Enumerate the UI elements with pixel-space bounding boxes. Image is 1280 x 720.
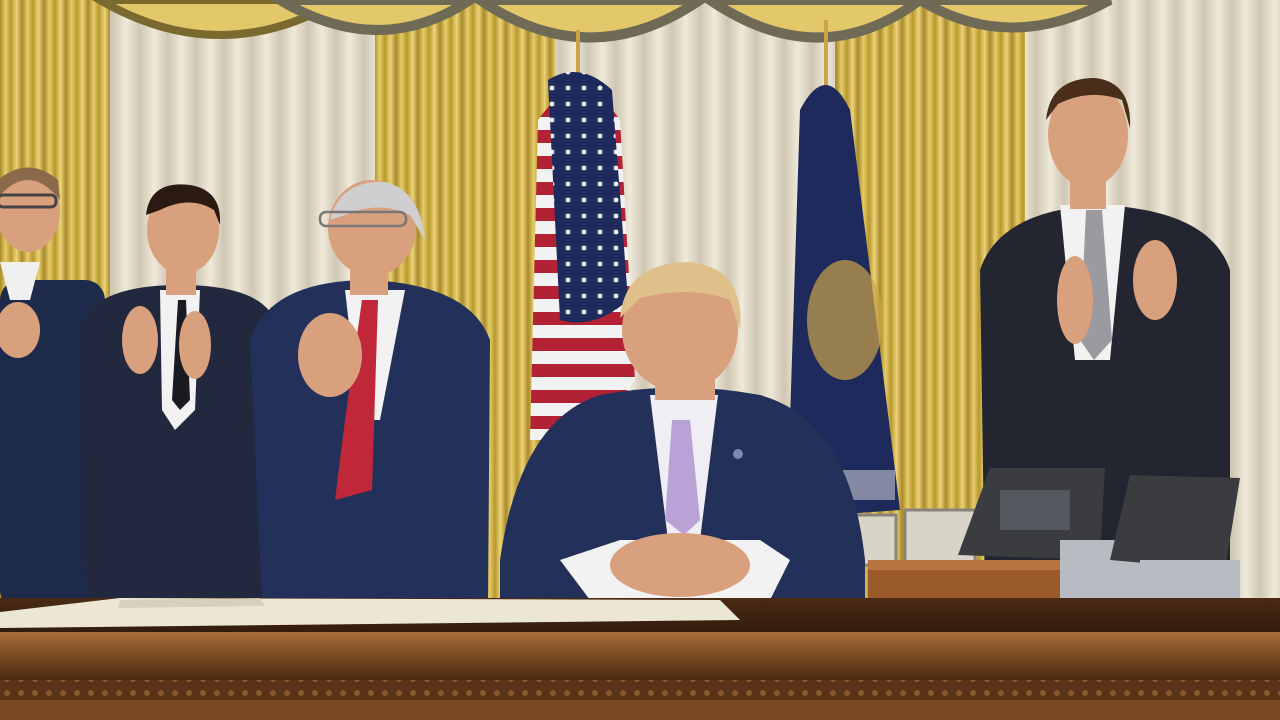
photo-canvas	[0, 0, 1280, 720]
office-photo	[0, 0, 1280, 720]
picture-frames	[854, 508, 977, 567]
